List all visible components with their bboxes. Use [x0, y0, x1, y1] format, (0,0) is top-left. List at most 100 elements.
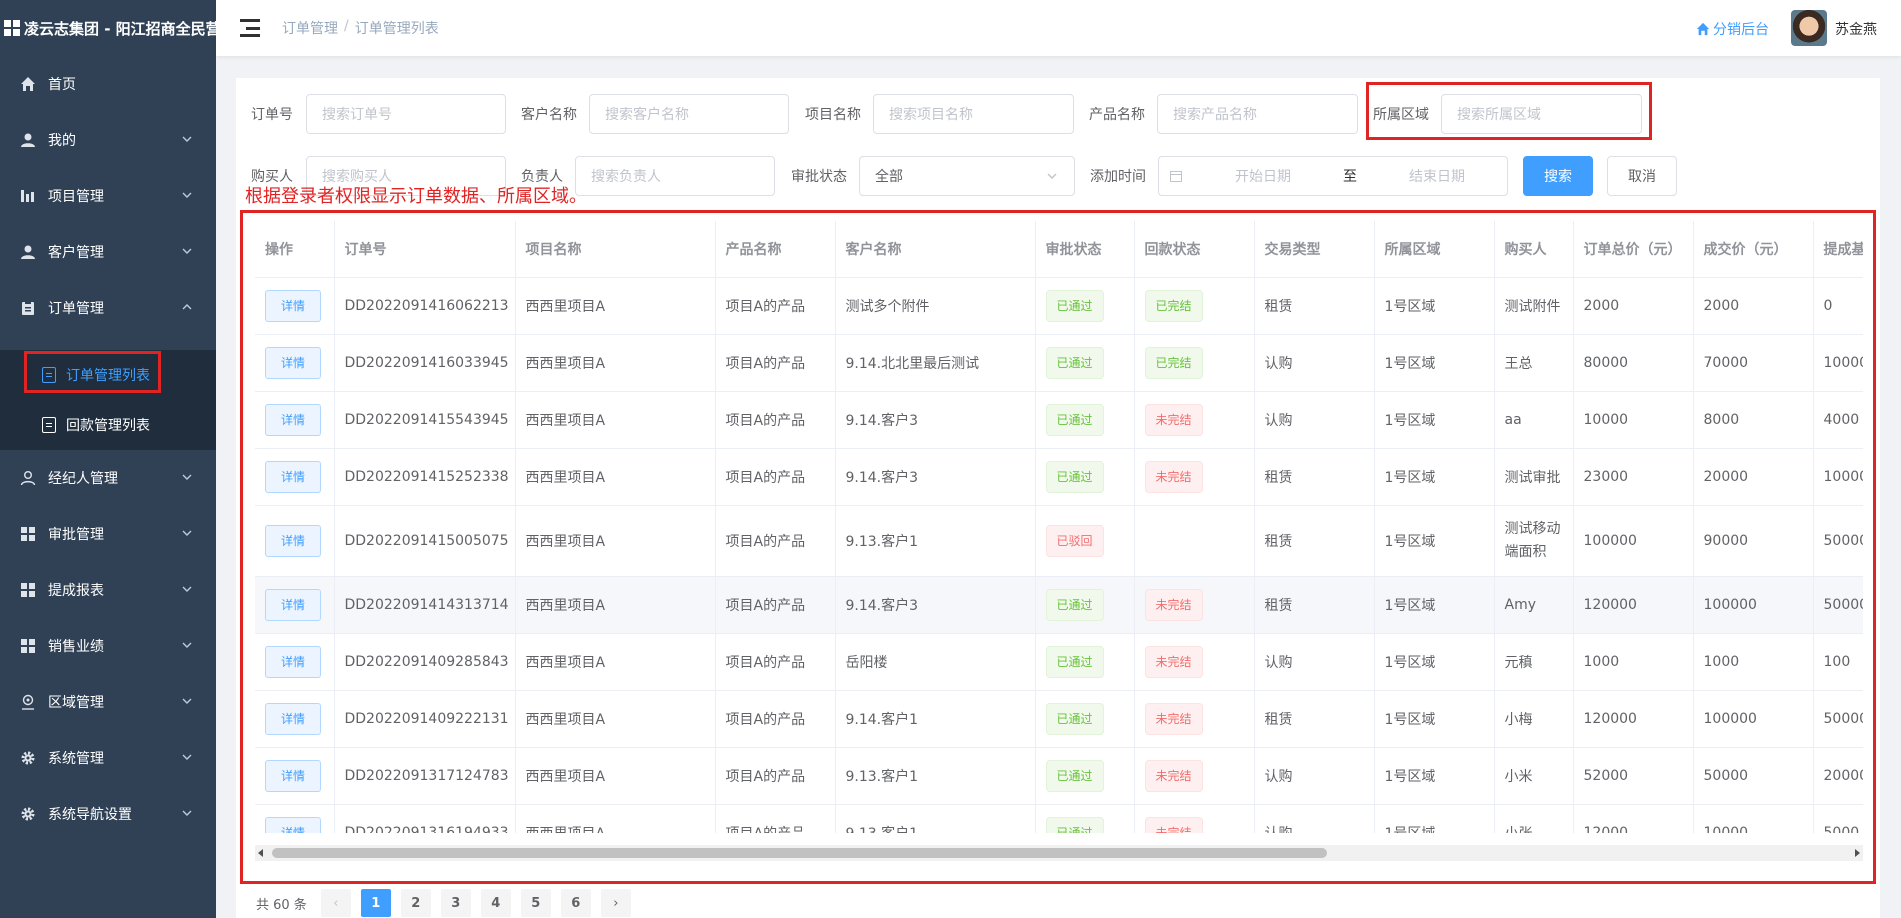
table-row: 详情 DD2022091414313714 西西里项目A 项目A的产品 9.14.客户3…	[255, 576, 1863, 634]
chevron-down-icon	[182, 698, 192, 704]
sidebar-item-customer[interactable]: 客户管理	[0, 224, 216, 280]
approval-status-cell: 已通过	[1035, 391, 1135, 449]
project-cell: 西西里项目A	[515, 747, 716, 805]
scrollbar-thumb[interactable]	[272, 848, 1327, 858]
total-cell: 10000	[1573, 391, 1694, 449]
deal-cell: 100000	[1693, 690, 1814, 748]
project-input[interactable]: 搜索项目名称	[873, 94, 1074, 134]
customer-cell: 9.13.客户1	[835, 804, 1036, 833]
commission-cell: 100	[1813, 633, 1863, 691]
commission-cell: 5000	[1813, 804, 1863, 833]
sidebar-subitem-payment-list[interactable]: 回款管理列表	[0, 400, 216, 450]
page-button[interactable]: 6	[560, 889, 591, 917]
sidebar-item-approval[interactable]: 审批管理	[0, 506, 216, 562]
table-row: 详情 DD2022091317124783 西西里项目A 项目A的产品 9.13.客户1…	[255, 747, 1863, 805]
action-cell: 详情	[255, 690, 335, 748]
type-cell: 租赁	[1254, 690, 1375, 748]
sidebar-item-nav-settings[interactable]: 系统导航设置	[0, 786, 216, 842]
project-cell: 西西里项目A	[515, 576, 716, 634]
buyer-cell: aa	[1494, 391, 1574, 449]
owner-input[interactable]: 搜索负责人	[575, 156, 775, 196]
buyer-cell: 测试移动端面积	[1494, 505, 1574, 577]
total-cell: 2000	[1573, 277, 1694, 335]
detail-button[interactable]: 详情	[265, 460, 321, 493]
region-cell: 1号区域	[1374, 334, 1495, 392]
column-header: 审批状态	[1035, 221, 1135, 278]
search-button[interactable]: 搜索	[1523, 156, 1593, 196]
region-cell: 1号区域	[1374, 277, 1495, 335]
detail-button[interactable]: 详情	[265, 816, 321, 833]
detail-button[interactable]: 详情	[265, 759, 321, 792]
action-cell: 详情	[255, 633, 335, 691]
start-date-input[interactable]: 开始日期	[1203, 166, 1323, 186]
approval-status-cell: 已通过	[1035, 747, 1135, 805]
sidebar-item-broker[interactable]: 经纪人管理	[0, 450, 216, 506]
project-cell: 西西里项目A	[515, 277, 716, 335]
distribution-backend-link[interactable]: 分销后台	[1696, 19, 1769, 39]
sidebar-item-commission[interactable]: 提成报表	[0, 562, 216, 618]
sidebar-item-label: 系统导航设置	[48, 807, 132, 823]
detail-button[interactable]: 详情	[265, 645, 321, 678]
status-badge: 已驳回	[1045, 524, 1104, 557]
payment-status-cell	[1134, 505, 1255, 577]
next-page-icon[interactable]: ›	[600, 889, 631, 917]
brand: 凌云志集团 - 阳江招商全民营销	[0, 0, 216, 56]
sidebar-item-sales[interactable]: 销售业绩	[0, 618, 216, 674]
detail-button[interactable]: 详情	[265, 403, 321, 436]
grid-icon	[20, 526, 36, 542]
scroll-right-arrow-icon[interactable]	[1855, 849, 1860, 857]
sidebar-item-order[interactable]: 订单管理	[0, 280, 216, 336]
sidebar-item-label: 我的	[48, 133, 76, 149]
action-cell: 详情	[255, 804, 335, 833]
avatar[interactable]	[1791, 10, 1827, 46]
date-separator: 至	[1343, 169, 1357, 185]
approval-select[interactable]: 全部	[859, 156, 1075, 196]
detail-button[interactable]: 详情	[265, 289, 321, 322]
sidebar-item-region[interactable]: 区域管理	[0, 674, 216, 730]
scroll-left-arrow-icon[interactable]	[258, 849, 263, 857]
customer-input[interactable]: 搜索客户名称	[589, 94, 789, 134]
payment-status-cell: 未完结	[1134, 804, 1255, 833]
product-cell: 项目A的产品	[715, 505, 836, 577]
detail-button[interactable]: 详情	[265, 588, 321, 621]
sidebar-item-home[interactable]: 首页	[0, 56, 216, 112]
page-button[interactable]: 3	[440, 889, 471, 917]
deal-cell: 90000	[1693, 505, 1814, 577]
sidebar-item-mine[interactable]: 我的	[0, 112, 216, 168]
customer-cell: 岳阳楼	[835, 633, 1036, 691]
table-row: 详情 DD2022091416062213 西西里项目A 项目A的产品 测试多个附件 已通…	[255, 277, 1863, 335]
page-button[interactable]: 4	[480, 889, 511, 917]
prev-page-icon[interactable]: ‹	[320, 889, 351, 917]
sidebar-item-label: 区域管理	[48, 695, 104, 711]
status-badge: 已通过	[1045, 759, 1104, 792]
page-button[interactable]: 2	[400, 889, 431, 917]
document-icon	[42, 417, 56, 433]
column-header: 订单总价（元）	[1573, 221, 1694, 278]
horizontal-scrollbar[interactable]	[255, 845, 1863, 861]
sidebar-item-label: 提成报表	[48, 583, 104, 599]
cancel-button[interactable]: 取消	[1607, 156, 1677, 196]
detail-button[interactable]: 详情	[265, 524, 321, 557]
page-button[interactable]: 1	[360, 889, 391, 917]
hamburger-icon[interactable]	[240, 19, 260, 37]
chart-bar-icon	[20, 188, 36, 204]
page-button[interactable]: 5	[520, 889, 551, 917]
date-range-picker[interactable]: 开始日期 至 结束日期	[1158, 156, 1508, 196]
order-no-input[interactable]: 搜索订单号	[306, 94, 506, 134]
username[interactable]: 苏金燕	[1835, 19, 1877, 39]
breadcrumb-item[interactable]: 订单管理	[282, 18, 338, 38]
status-badge: 未完结	[1144, 759, 1203, 792]
product-cell: 项目A的产品	[715, 277, 836, 335]
approval-status-cell: 已通过	[1035, 633, 1135, 691]
buyer-cell: 小米	[1494, 747, 1574, 805]
detail-button[interactable]: 详情	[265, 702, 321, 735]
detail-button[interactable]: 详情	[265, 346, 321, 379]
product-input[interactable]: 搜索产品名称	[1157, 94, 1358, 134]
payment-status-cell: 未完结	[1134, 391, 1255, 449]
product-cell: 项目A的产品	[715, 391, 836, 449]
end-date-input[interactable]: 结束日期	[1377, 166, 1497, 186]
status-badge: 已通过	[1045, 403, 1104, 436]
sidebar-item-project[interactable]: 项目管理	[0, 168, 216, 224]
project-cell: 西西里项目A	[515, 690, 716, 748]
sidebar-item-system[interactable]: 系统管理	[0, 730, 216, 786]
